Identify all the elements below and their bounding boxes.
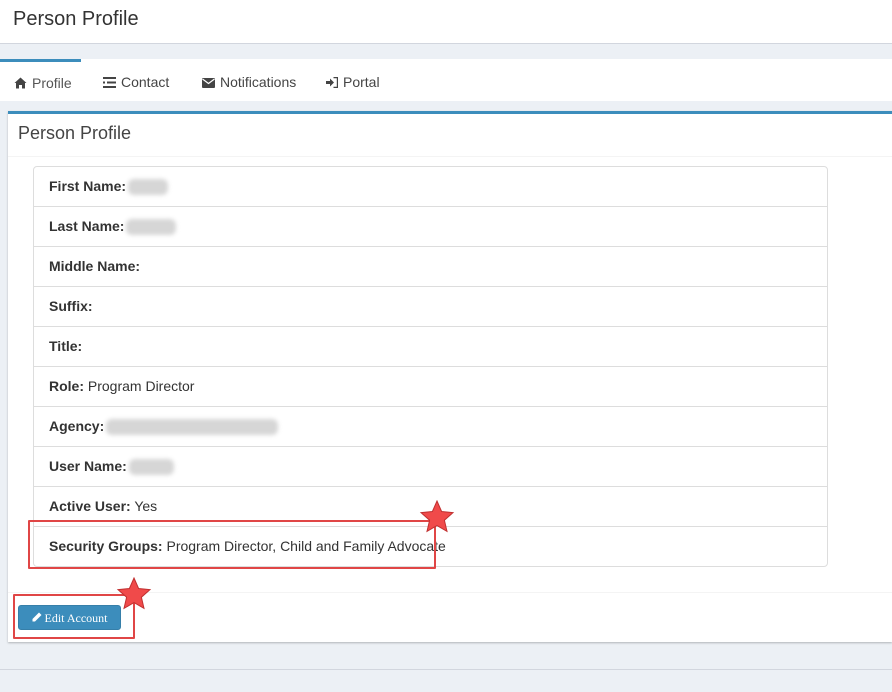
field-security-groups: Security Groups: Program Director, Child… — [34, 526, 827, 566]
field-label: Role: — [49, 378, 84, 394]
field-label: Agency: — [49, 418, 105, 434]
field-user-name: User Name: — [34, 446, 827, 486]
redacted-value — [128, 179, 169, 196]
footer-divider — [0, 669, 892, 670]
tab-portal[interactable]: Portal — [326, 59, 380, 101]
field-label: Middle Name: — [49, 258, 141, 274]
field-active-user: Active User: Yes — [34, 486, 827, 526]
redacted-value — [106, 419, 279, 436]
panel-header: Person Profile — [8, 114, 892, 157]
sign-in-icon — [326, 60, 339, 106]
page-title: Person Profile — [13, 8, 139, 30]
panel-title: Person Profile — [18, 123, 132, 143]
field-label: Active User: — [49, 498, 131, 514]
field-label: Title: — [49, 338, 83, 354]
panel-footer: Edit Account — [8, 592, 892, 643]
pencil-icon — [32, 606, 42, 631]
tab-notifications[interactable]: Notifications — [202, 59, 296, 101]
profile-field-list: First Name: Last Name: Middle Name: Suff… — [33, 166, 828, 567]
home-icon — [14, 63, 27, 106]
field-value: Program Director — [87, 378, 195, 394]
field-label: User Name: — [49, 458, 127, 474]
tab-profile-label: Profile — [32, 75, 72, 91]
tab-profile[interactable]: Profile — [0, 59, 81, 98]
field-label: Suffix: — [49, 298, 93, 314]
redacted-value — [126, 219, 177, 236]
tab-contact[interactable]: Contact — [103, 59, 169, 101]
field-label: Security Groups: — [49, 538, 163, 554]
page-header: Person Profile — [0, 0, 892, 44]
field-last-name: Last Name: — [34, 206, 827, 246]
field-title: Title: — [34, 326, 827, 366]
envelope-icon — [202, 60, 215, 106]
tab-portal-label: Portal — [343, 74, 380, 90]
redacted-value — [128, 459, 174, 476]
edit-account-button[interactable]: Edit Account — [18, 605, 121, 630]
field-role: Role: Program Director — [34, 366, 827, 406]
field-label: First Name: — [49, 178, 127, 194]
field-value: Yes — [134, 498, 158, 514]
tab-notifications-label: Notifications — [220, 74, 297, 90]
field-suffix: Suffix: — [34, 286, 827, 326]
tab-contact-label: Contact — [121, 74, 170, 90]
field-middle-name: Middle Name: — [34, 246, 827, 286]
field-first-name: First Name: — [34, 167, 827, 206]
profile-tabs: Profile Contact Notifications Portal — [0, 59, 892, 101]
profile-panel: Person Profile First Name: Last Name: Mi… — [8, 111, 892, 642]
field-label: Last Name: — [49, 218, 125, 234]
edit-account-label: Edit Account — [44, 611, 108, 625]
field-value: Program Director, Child and Family Advoc… — [166, 538, 446, 554]
field-agency: Agency: — [34, 406, 827, 446]
list-icon — [103, 60, 116, 106]
